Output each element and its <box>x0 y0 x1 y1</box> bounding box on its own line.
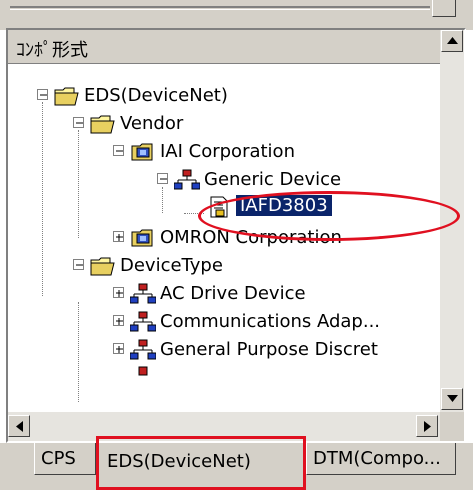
top-divider-highlight <box>10 9 430 10</box>
tree-item-label: Vendor <box>120 113 184 134</box>
folder-open-icon <box>90 257 115 276</box>
tree-item-generic-device[interactable]: Generic Device <box>8 166 438 194</box>
tree-item-general-purpose-discrete[interactable]: General Purpose Discret <box>8 336 438 364</box>
network-icon <box>130 339 156 360</box>
arrow-down-icon <box>447 395 458 402</box>
scroll-up-button[interactable] <box>441 30 463 52</box>
tree-item-communications-adapter[interactable]: Communications Adap... <box>8 308 438 336</box>
top-mini-button[interactable] <box>432 0 456 17</box>
tab-label: DTM(Compo... <box>313 448 441 469</box>
window-top-strip <box>0 0 473 30</box>
tree-item-ac-drive-device[interactable]: AC Drive Device <box>8 280 438 308</box>
folder-open-icon <box>54 87 79 106</box>
vendor-device-icon <box>131 143 153 161</box>
vendor-device-icon <box>131 229 153 247</box>
tab-cps[interactable]: CPS <box>34 443 96 475</box>
collapse-toggle[interactable] <box>113 145 124 156</box>
collapse-toggle[interactable] <box>157 173 168 184</box>
arrow-left-icon <box>16 421 23 432</box>
top-divider <box>10 6 430 8</box>
expand-toggle[interactable] <box>113 231 124 242</box>
annotation-box <box>96 436 306 490</box>
tree-item-iai-corporation[interactable]: IAI Corporation <box>8 138 438 166</box>
tree-column-header[interactable]: ｺﾝﾎﾟ形式 <box>8 30 440 64</box>
expand-toggle[interactable] <box>113 287 124 298</box>
network-icon <box>130 283 156 304</box>
annotation-ellipse <box>198 191 460 241</box>
tree-item-devicetype[interactable]: DeviceType <box>8 252 438 280</box>
scrollbar-corner <box>440 412 464 441</box>
tree-item-label: EDS(DeviceNet) <box>84 85 228 106</box>
tree-item-label: General Purpose Discret <box>160 339 378 360</box>
folder-open-icon <box>90 115 115 134</box>
arrow-right-icon <box>424 421 431 432</box>
network-icon <box>130 311 156 332</box>
scroll-down-button[interactable] <box>441 388 463 410</box>
scroll-right-button[interactable] <box>416 415 438 437</box>
tree-column-header-label: ｺﾝﾎﾟ形式 <box>16 40 88 61</box>
tree-item-eds-devicenet[interactable]: EDS(DeviceNet) <box>8 82 438 110</box>
tree-item-label: Communications Adap... <box>160 311 381 332</box>
collapse-toggle[interactable] <box>73 117 84 128</box>
expand-toggle[interactable] <box>113 343 124 354</box>
network-icon <box>174 169 200 190</box>
scroll-left-button[interactable] <box>8 415 30 437</box>
collapse-toggle[interactable] <box>73 259 84 270</box>
tree-item-label: Generic Device <box>204 169 342 190</box>
tree-item-label: AC Drive Device <box>160 283 306 304</box>
tree-item-label: IAI Corporation <box>160 141 295 162</box>
tab-label: CPS <box>41 448 76 469</box>
tab-dtm-compo[interactable]: DTM(Compo... <box>306 443 456 475</box>
network-icon <box>138 366 148 376</box>
arrow-up-icon <box>447 37 458 44</box>
tree-item-vendor[interactable]: Vendor <box>8 110 438 138</box>
expand-toggle[interactable] <box>113 315 124 326</box>
tree-item-label: DeviceType <box>120 255 223 276</box>
collapse-toggle[interactable] <box>37 89 48 100</box>
